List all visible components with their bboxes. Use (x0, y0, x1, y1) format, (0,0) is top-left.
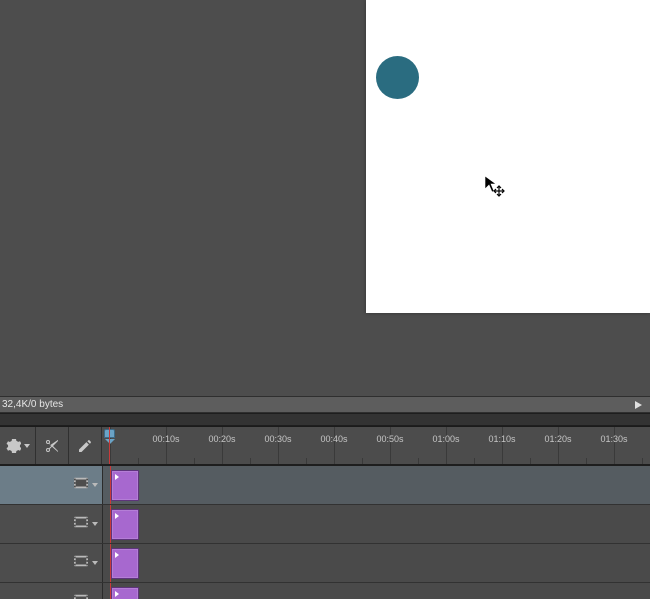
track-lane[interactable] (103, 544, 650, 582)
track-lane[interactable] (103, 466, 650, 504)
track-header[interactable] (0, 466, 103, 504)
track-header[interactable] (0, 505, 103, 543)
ruler-tick (334, 427, 335, 464)
ruler-tick (502, 427, 503, 464)
ruler-tick-minor (362, 458, 363, 464)
clip[interactable] (111, 470, 139, 501)
stage-area (0, 0, 650, 396)
ruler-tick (222, 427, 223, 464)
clip[interactable] (111, 509, 139, 540)
panel-gap (0, 413, 650, 426)
ruler-label: 00:30s (264, 434, 291, 444)
track-header[interactable] (0, 544, 103, 582)
track-row[interactable] (0, 505, 650, 544)
ruler-tick-minor (474, 458, 475, 464)
canvas-ball-shape[interactable] (376, 56, 419, 99)
track-row[interactable] (0, 466, 650, 505)
clip[interactable] (111, 548, 139, 579)
gear-icon (5, 438, 21, 454)
ruler-label: 01:20s (544, 434, 571, 444)
ruler-tick-minor (194, 458, 195, 464)
film-icon (74, 593, 88, 599)
timeline-edit-button[interactable] (69, 427, 102, 464)
ruler-label: 01:30s (600, 434, 627, 444)
ruler-tick-minor (418, 458, 419, 464)
chevron-right-icon (635, 401, 642, 409)
film-icon (74, 554, 88, 572)
clip-expand-icon (115, 474, 119, 480)
ruler-tick (614, 427, 615, 464)
clip-expand-icon (115, 513, 119, 519)
timeline-settings-button[interactable] (0, 427, 36, 464)
playhead-line (110, 583, 111, 599)
chevron-down-icon (92, 522, 98, 526)
ruler-label: 00:50s (376, 434, 403, 444)
track-row[interactable] (0, 544, 650, 583)
status-text: 32,4K/0 bytes (0, 399, 63, 410)
timeline-cut-button[interactable] (36, 427, 69, 464)
ruler-tick (446, 427, 447, 464)
clip-expand-icon (115, 591, 119, 597)
track-header[interactable] (0, 583, 103, 599)
ruler-tick-minor (138, 458, 139, 464)
ruler-tick (390, 427, 391, 464)
film-icon (74, 515, 88, 533)
chevron-down-icon (24, 444, 30, 448)
ruler-tick-minor (250, 458, 251, 464)
status-menu-button[interactable] (626, 397, 650, 412)
ruler-tick-minor (642, 458, 643, 464)
chevron-down-icon (92, 561, 98, 565)
time-ruler[interactable]: 00:10s 00:20s 00:30s 00:40s 00:50s 01:00s 01:1… (102, 427, 650, 464)
playhead-line (110, 466, 111, 504)
chevron-down-icon (92, 483, 98, 487)
ruler-label: 00:20s (208, 434, 235, 444)
canvas[interactable] (366, 0, 650, 313)
film-icon (74, 476, 88, 494)
timeline-header: 00:10s 00:20s 00:30s 00:40s 00:50s 01:00s 01:1… (0, 426, 650, 465)
timeline-tracks (0, 465, 650, 599)
ruler-tick-minor (306, 458, 307, 464)
ruler-tick-minor (586, 458, 587, 464)
ruler-label: 00:40s (320, 434, 347, 444)
ruler-tick (166, 427, 167, 464)
ruler-label: 01:00s (432, 434, 459, 444)
ruler-tick (278, 427, 279, 464)
playhead-line (110, 544, 111, 582)
ruler-tick (558, 427, 559, 464)
clip-expand-icon (115, 552, 119, 558)
track-row[interactable] (0, 583, 650, 599)
track-lane[interactable] (103, 505, 650, 543)
status-bar: 32,4K/0 bytes (0, 396, 650, 413)
clip[interactable] (111, 587, 139, 599)
scissors-icon (44, 438, 60, 454)
playhead-line (110, 505, 111, 543)
ruler-label: 00:10s (152, 434, 179, 444)
pencil-icon (77, 438, 93, 454)
ruler-tick-minor (530, 458, 531, 464)
track-lane[interactable] (103, 583, 650, 599)
ruler-label: 01:10s (488, 434, 515, 444)
